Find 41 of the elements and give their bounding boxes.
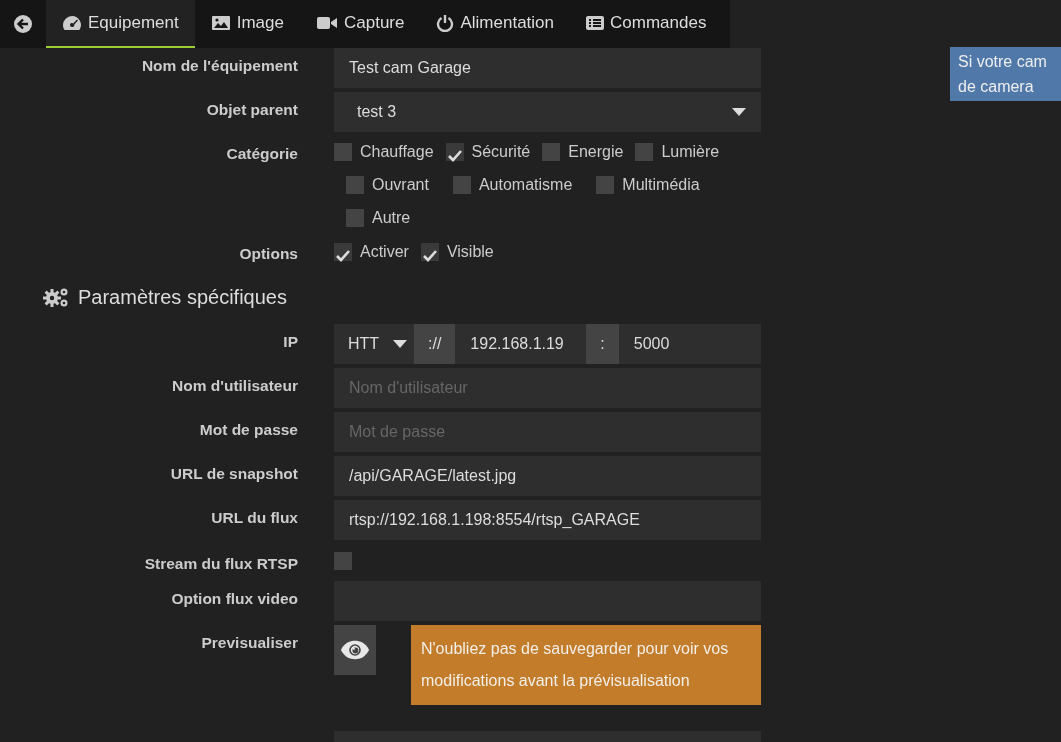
section-title: Paramètres spécifiques — [78, 285, 287, 310]
input-field[interactable]: Nom d'utilisateur — [334, 368, 761, 408]
input-field[interactable]: /api/GARAGE/latest.jpg — [334, 456, 761, 496]
field-label: Option flux video — [170, 589, 298, 609]
checkbox-label[interactable]: Automatisme — [478, 173, 573, 197]
checkbox-label[interactable]: Lumière — [661, 140, 720, 164]
checkbox-label[interactable]: Autre — [372, 206, 411, 230]
tab[interactable]: Equipement — [46, 0, 195, 48]
tab[interactable]: Alimentation — [420, 0, 571, 48]
field-label: Nom d'utilisateur — [171, 376, 298, 396]
checkbox-label[interactable]: Visible — [446, 240, 494, 264]
checkbox-label[interactable]: Sécurité — [471, 140, 531, 164]
select-field[interactable]: test 3 — [334, 92, 761, 132]
field-label: Options — [238, 244, 298, 264]
input-addon: : — [586, 324, 619, 364]
field-label: URL du flux — [210, 508, 298, 528]
input-field[interactable]: rtsp://192.168.1.198:8554/rtsp_GARAGE — [334, 500, 761, 540]
checkbox-label[interactable]: Activer — [360, 240, 409, 264]
protocol-select[interactable]: HTT — [334, 324, 414, 364]
field-label: Stream du flux RTSP — [143, 554, 298, 574]
tab[interactable]: Image — [194, 0, 300, 48]
checkbox-label[interactable]: Energie — [568, 140, 624, 164]
checkbox-label[interactable]: Ouvrant — [372, 173, 429, 197]
tab[interactable]: Capture — [300, 0, 421, 48]
host-field[interactable]: 192.168.1.19 — [455, 324, 587, 364]
checkbox-label[interactable]: Chauffage — [360, 140, 434, 164]
field-label: IP — [282, 332, 298, 352]
info-note: Si votre cam de camera — [950, 47, 1061, 101]
field-label: Nom de l'équipement — [140, 56, 298, 76]
field-label: Previsualiser — [200, 633, 298, 653]
checkbox-label[interactable]: Multimédia — [622, 173, 700, 197]
field-label: URL de snapshot — [169, 464, 298, 484]
input-field[interactable]: Mot de passe — [334, 412, 761, 452]
warning-note: N'oubliez pas de sauvegarder pour voir vos modifications avant la prévisualisation — [411, 625, 761, 705]
input-field[interactable]: Test cam Garage — [334, 48, 761, 88]
input-addon: :// — [414, 324, 456, 364]
field-label: Mot de passe — [198, 420, 298, 440]
field-label: Catégorie — [225, 144, 298, 164]
port-field[interactable]: 5000 — [618, 324, 761, 364]
field-label: Objet parent — [205, 100, 298, 120]
tab[interactable]: Commandes — [570, 0, 723, 48]
